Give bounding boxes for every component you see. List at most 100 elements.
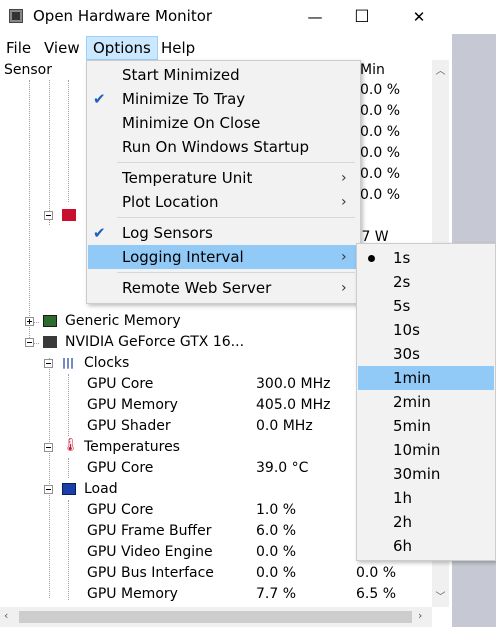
min-value: 0.0 % (360, 103, 401, 119)
tree-node-temperatures[interactable]: Temperatures (84, 437, 180, 458)
column-header-min[interactable]: Min (360, 60, 385, 81)
thermometer-icon: 🌡 (62, 438, 79, 453)
submenu-arrow-icon: › (341, 194, 347, 210)
menu-view[interactable]: View (38, 36, 86, 60)
interval-option[interactable]: 2h (357, 510, 495, 534)
menu-help[interactable]: Help (155, 36, 201, 60)
submenu-arrow-icon: › (341, 280, 347, 296)
scroll-up-icon[interactable]: ︿ (432, 62, 449, 77)
sensor-value: 0.0 % (256, 565, 297, 581)
sensor-name: GPU Memory (87, 586, 178, 602)
min-value: 0.0 % (360, 82, 401, 98)
interval-option[interactable]: 2s (357, 270, 495, 294)
sensor-name: GPU Memory (87, 397, 178, 413)
sensor-name: GPU Core (87, 460, 154, 476)
interval-option[interactable]: 5min (357, 414, 495, 438)
sensor-value: 39.0 °C (256, 460, 309, 476)
sensor-value: 405.0 MHz (256, 397, 331, 413)
submenu-arrow-icon: › (341, 249, 347, 265)
sensor-name: GPU Video Engine (87, 544, 213, 560)
menu-item-label: Minimize To Tray (122, 90, 246, 108)
interval-option[interactable]: 5s (357, 294, 495, 318)
menu-item-label: Temperature Unit (122, 169, 253, 187)
menu-item-run-on-startup[interactable]: Run On Windows Startup (87, 135, 360, 159)
menu-item-logging-interval[interactable]: Logging Interval › (88, 245, 359, 269)
tree-node-clocks[interactable]: Clocks (84, 353, 129, 374)
expand-toggle[interactable] (25, 317, 34, 326)
sensor-value: 0.0 MHz (256, 418, 313, 434)
interval-label: 2h (393, 513, 413, 531)
interval-option[interactable]: 30min (357, 462, 495, 486)
maximize-icon: ☐ (354, 7, 370, 27)
radio-bullet-icon (368, 255, 375, 262)
min-value: 0.0 % (360, 124, 401, 140)
clock-icon: ||| (62, 356, 75, 369)
min-value: 0.0 % (356, 565, 397, 581)
interval-option[interactable]: 1s (357, 246, 495, 270)
interval-option[interactable]: 30s (357, 342, 495, 366)
interval-label: 5min (393, 417, 431, 435)
sensor-value: 6.0 % (256, 523, 297, 539)
interval-option[interactable]: 6h (357, 534, 495, 558)
menu-options[interactable]: Options (86, 36, 158, 60)
interval-label: 30s (393, 345, 420, 363)
min-value: 0.0 % (360, 187, 401, 203)
collapse-toggle[interactable] (25, 338, 34, 347)
sensor-name: GPU Shader (87, 418, 171, 434)
menu-item-label: Start Minimized (122, 66, 240, 84)
menu-item-start-minimized[interactable]: Start Minimized (87, 63, 360, 87)
power-icon (62, 209, 76, 221)
memory-icon (43, 315, 57, 327)
checkmark-icon: ✔ (93, 90, 106, 108)
sensor-value: 300.0 MHz (256, 376, 331, 392)
submenu-arrow-icon: › (341, 170, 347, 186)
menu-item-minimize-on-close[interactable]: Minimize On Close (87, 111, 360, 135)
tree-node-load[interactable]: Load (84, 479, 118, 500)
interval-option[interactable]: 10min (357, 438, 495, 462)
sensor-value: 0.0 % (256, 544, 297, 560)
interval-option[interactable]: 10s (357, 318, 495, 342)
sensor-name: GPU Core (87, 502, 154, 518)
minimize-button[interactable]: — (292, 0, 338, 34)
tree-node-generic-memory[interactable]: Generic Memory (65, 311, 181, 332)
close-button[interactable]: ✕ (396, 0, 442, 34)
interval-option[interactable]: 1h (357, 486, 495, 510)
menu-item-temperature-unit[interactable]: Temperature Unit › (87, 166, 360, 190)
interval-label: 2s (393, 273, 411, 291)
collapse-toggle[interactable] (44, 485, 53, 494)
window-title: Open Hardware Monitor (33, 7, 213, 25)
min-value: 0.0 % (360, 145, 401, 161)
menu-item-label: Log Sensors (122, 224, 213, 242)
interval-label: 2min (393, 393, 431, 411)
menu-item-log-sensors[interactable]: ✔ Log Sensors (87, 221, 360, 245)
menu-item-minimize-to-tray[interactable]: ✔ Minimize To Tray (87, 87, 360, 111)
menu-item-label: Minimize On Close (122, 114, 261, 132)
gpu-icon (43, 336, 57, 348)
scroll-down-icon[interactable]: ﹀ (432, 588, 449, 603)
scroll-left-icon[interactable]: ‹ (4, 609, 8, 622)
interval-option-highlighted[interactable]: 1min (358, 366, 494, 390)
logging-interval-submenu: 1s 2s 5s 10s 30s 1min 2min 5min 10min 30… (356, 243, 496, 561)
sensor-name: GPU Bus Interface (87, 565, 214, 581)
sensor-value: 1.0 % (256, 502, 297, 518)
interval-label: 1min (393, 369, 431, 387)
min-value: 6.5 % (356, 586, 397, 602)
scroll-right-icon[interactable]: › (418, 609, 422, 622)
close-icon: ✕ (412, 8, 426, 26)
column-header-sensor[interactable]: Sensor (4, 60, 52, 81)
menu-item-remote-web-server[interactable]: Remote Web Server › (87, 276, 360, 300)
menu-file[interactable]: File (0, 36, 37, 60)
interval-option[interactable]: 2min (357, 390, 495, 414)
collapse-toggle[interactable] (44, 359, 53, 368)
interval-label: 10s (393, 321, 420, 339)
menu-separator (117, 217, 355, 218)
collapse-toggle[interactable] (44, 211, 53, 220)
menu-item-plot-location[interactable]: Plot Location › (87, 190, 360, 214)
tree-node-gpu[interactable]: NVIDIA GeForce GTX 16... (65, 332, 244, 353)
interval-label: 10min (393, 441, 441, 459)
sensor-value: 7.7 % (256, 586, 297, 602)
maximize-button[interactable]: ☐ (339, 0, 385, 34)
interval-label: 1s (393, 249, 411, 267)
horizontal-scroll-thumb[interactable] (19, 611, 412, 623)
collapse-toggle[interactable] (44, 443, 53, 452)
